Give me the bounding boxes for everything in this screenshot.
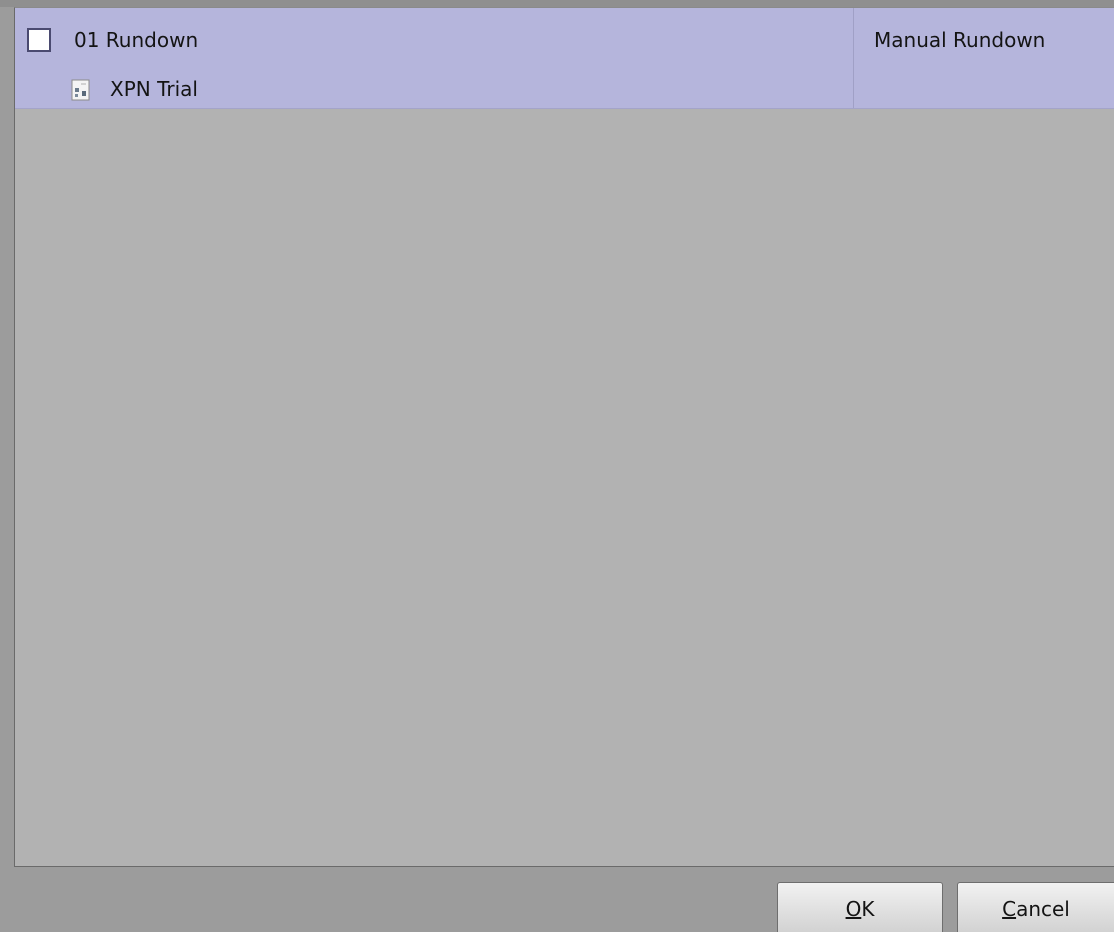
rundown-child-label: XPN Trial xyxy=(110,77,198,101)
ok-button-label: OK xyxy=(845,897,875,921)
rundown-list[interactable]: 01 Rundown XPN Trial Manual Rundown xyxy=(14,7,1114,867)
rundown-type: Manual Rundown xyxy=(874,28,1046,52)
name-column-cell[interactable]: 01 Rundown XPN Trial xyxy=(15,8,854,108)
ok-button[interactable]: OK xyxy=(777,882,943,932)
rundown-name: 01 Rundown xyxy=(74,28,199,52)
rundown-document-icon xyxy=(70,79,92,101)
list-row-01-rundown[interactable]: 01 Rundown XPN Trial Manual Rundown xyxy=(15,8,1114,109)
rundown-selection-dialog: 01 Rundown XPN Trial Manual Rundown OK C… xyxy=(0,0,1114,932)
cancel-button-label: Cancel xyxy=(1002,897,1070,921)
dialog-top-edge xyxy=(0,0,1114,7)
row-checkbox[interactable] xyxy=(27,28,51,52)
type-column-cell[interactable]: Manual Rundown xyxy=(854,8,1114,108)
cancel-button[interactable]: Cancel xyxy=(957,882,1114,932)
